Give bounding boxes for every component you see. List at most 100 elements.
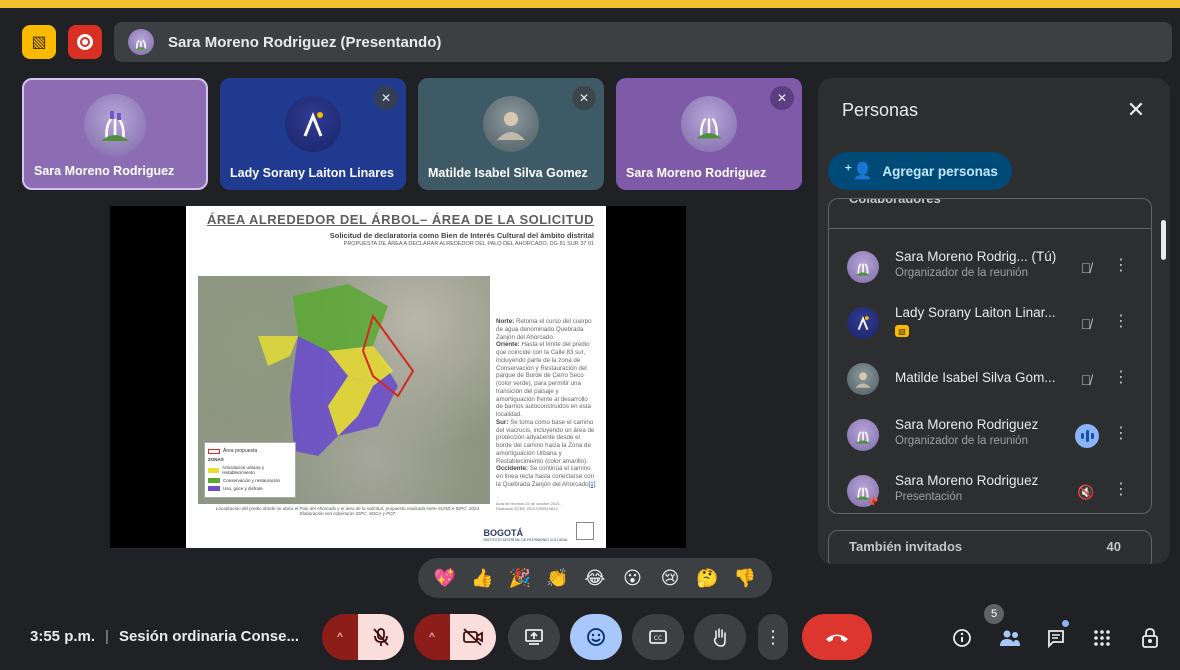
more-options-icon[interactable]: ⋮ xyxy=(1111,367,1131,387)
captions-button[interactable]: CC xyxy=(632,614,684,660)
person-role: Organizador de la reunión xyxy=(895,435,1028,447)
people-panel: Personas ✕ ⁺👤 Agregar personas Colaborad… xyxy=(818,78,1170,564)
recording-button[interactable] xyxy=(68,25,102,59)
mic-off-icon: 🎙̸ xyxy=(1080,260,1092,276)
mic-off-button[interactable] xyxy=(358,614,404,660)
avatar xyxy=(847,363,879,395)
more-options-button[interactable]: ⋮ xyxy=(758,614,788,660)
reaction-clap-icon[interactable]: 👏 xyxy=(544,568,570,589)
person-name: Sara Moreno Rodrig... (Tú) xyxy=(895,249,1057,264)
photo-avatar-icon xyxy=(855,372,871,388)
person-name: Sara Moreno Rodriguez xyxy=(895,417,1039,432)
camera-off-badge-icon[interactable]: ▧ xyxy=(22,25,56,59)
participant-tile[interactable]: Sara Moreno Rodriguez xyxy=(22,78,208,190)
legend-title: Área propuesta xyxy=(223,448,258,454)
host-controls-button[interactable] xyxy=(1138,626,1162,650)
raise-hand-button[interactable] xyxy=(694,614,746,660)
more-options-icon[interactable]: ⋮ xyxy=(1111,255,1131,275)
list-item[interactable]: Lady Sorany Laiton Linar... ▧ 🎙̸ ⋮ xyxy=(829,295,1151,351)
presenting-bar[interactable]: Sara Moreno Rodriguez (Presentando) xyxy=(114,22,1172,62)
reaction-laugh-icon[interactable]: 😂 xyxy=(582,568,608,589)
avatar xyxy=(285,96,341,152)
chat-button[interactable] xyxy=(1044,626,1068,650)
more-options-icon[interactable]: ⋮ xyxy=(1111,479,1131,499)
tile-name: Sara Moreno Rodriguez xyxy=(626,166,767,180)
reaction-party-icon[interactable]: 🎉 xyxy=(507,568,533,589)
slide-text: Se toma como base el camino del viacruci… xyxy=(496,418,595,465)
list-item[interactable]: Sara Moreno Rodrig... (Tú) Organizador d… xyxy=(829,239,1151,295)
slide-text-label: Oriente: xyxy=(496,341,520,349)
person-name: Lady Sorany Laiton Linar... xyxy=(895,305,1056,320)
participant-tile[interactable]: ✕ Sara Moreno Rodriguez xyxy=(616,78,802,190)
plant-avatar-icon xyxy=(696,117,722,139)
reaction-cry-icon[interactable]: 😢 xyxy=(657,568,683,589)
slide-title: ÁREA ALREDEDOR DEL ÁRBOL– ÁREA DE LA SOL… xyxy=(206,212,594,227)
plant-avatar-icon xyxy=(855,263,871,276)
presentation-stage: ÁREA ALREDEDOR DEL ÁRBOL– ÁREA DE LA SOL… xyxy=(110,206,686,548)
emoji-icon xyxy=(587,628,605,646)
camera-options-chevron-up-icon[interactable]: ^ xyxy=(414,614,450,660)
camera-off-badge-icon: ▧ xyxy=(895,325,909,337)
camera-off-button[interactable] xyxy=(450,614,496,660)
also-invited-section[interactable]: También invitados 40 xyxy=(828,530,1152,564)
person-logo-icon xyxy=(303,111,323,137)
participant-tile[interactable]: ✕ Matilde Isabel Silva Gomez xyxy=(418,78,604,190)
avatar xyxy=(847,251,879,283)
reaction-thinking-icon[interactable]: 🤔 xyxy=(695,568,721,589)
section-title: Colaboradores xyxy=(849,198,941,206)
more-options-icon[interactable]: ⋮ xyxy=(1111,311,1131,331)
info-icon xyxy=(953,629,971,647)
presentation-top-strip xyxy=(0,0,1180,8)
mic-off-icon: ✕ xyxy=(572,86,596,110)
avatar xyxy=(128,29,154,55)
list-item[interactable]: Matilde Isabel Silva Gom... 🎙̸ ⋮ xyxy=(829,351,1151,407)
person-logo-icon xyxy=(857,316,869,330)
close-icon[interactable]: ✕ xyxy=(1122,96,1150,124)
person-role: Presentación xyxy=(895,491,963,503)
recording-icon xyxy=(77,34,93,50)
camera-off-icon xyxy=(463,628,483,646)
slide-subtitle: Solicitud de declaratoria como Bien de I… xyxy=(329,231,594,240)
reaction-thumbs-up-icon[interactable]: 👍 xyxy=(469,568,495,589)
audio-off-icon: 🔇 xyxy=(1077,483,1095,500)
reaction-heart-icon[interactable]: 💖 xyxy=(432,568,458,589)
legend-item: Uso, goce y disfrute xyxy=(223,486,263,491)
activities-button[interactable] xyxy=(1090,626,1114,650)
reaction-surprised-icon[interactable]: 😮 xyxy=(620,568,646,589)
add-people-button[interactable]: ⁺👤 Agregar personas xyxy=(828,152,1012,190)
meeting-details-button[interactable] xyxy=(950,626,974,650)
leave-call-button[interactable] xyxy=(802,614,872,660)
logo-text: BOGOTÁ xyxy=(483,528,523,538)
section-count: 40 xyxy=(1106,539,1121,554)
list-item[interactable]: 📌 Sara Moreno Rodriguez Presentación 🔇 ⋮ xyxy=(829,463,1151,513)
hang-up-icon xyxy=(826,634,848,642)
reactions-bar: 💖 👍 🎉 👏 😂 😮 😢 🤔 👎 xyxy=(418,558,772,598)
list-item[interactable]: Sara Moreno Rodriguez Organizador de la … xyxy=(829,407,1151,463)
mic-off-icon: ✕ xyxy=(770,86,794,110)
people-button[interactable] xyxy=(998,626,1022,650)
avatar xyxy=(483,96,539,152)
svg-text:CC: CC xyxy=(654,635,662,642)
participant-tile[interactable]: ✕ Lady Sorany Laiton Linares xyxy=(220,78,406,190)
map-legend: Área propuesta ZONAS Articulación urbana… xyxy=(204,442,296,498)
mic-options-chevron-up-icon[interactable]: ^ xyxy=(322,614,358,660)
person-name: Matilde Isabel Silva Gom... xyxy=(895,370,1056,385)
people-icon xyxy=(1000,630,1020,646)
separator: | xyxy=(105,628,109,645)
legend-item: Conservación y restauración xyxy=(223,478,281,483)
avatar xyxy=(84,94,146,156)
scrollbar[interactable] xyxy=(1161,220,1166,260)
logo-subtext: INSTITUTO DISTRITAL DE PATRIMONIO CULTUR… xyxy=(483,538,568,542)
speaking-indicator-icon xyxy=(1075,424,1099,448)
slide-source: Acta de reunión 23 de octubre 2024. Radi… xyxy=(496,501,561,511)
section-header[interactable]: Colaboradores xyxy=(829,199,1151,229)
more-options-icon[interactable]: ⋮ xyxy=(1111,423,1131,443)
reactions-button[interactable] xyxy=(570,614,622,660)
more-vert-icon: ⋮ xyxy=(764,626,782,647)
present-screen-button[interactable] xyxy=(508,614,560,660)
mic-off-icon: 🎙̸ xyxy=(1080,372,1092,388)
meeting-title: Sesión ordinaria Conse... xyxy=(118,628,299,645)
reaction-thumbs-down-icon[interactable]: 👎 xyxy=(732,568,758,589)
plant-avatar-icon xyxy=(855,431,871,444)
slide-footnote-ref: [1] xyxy=(588,480,596,488)
